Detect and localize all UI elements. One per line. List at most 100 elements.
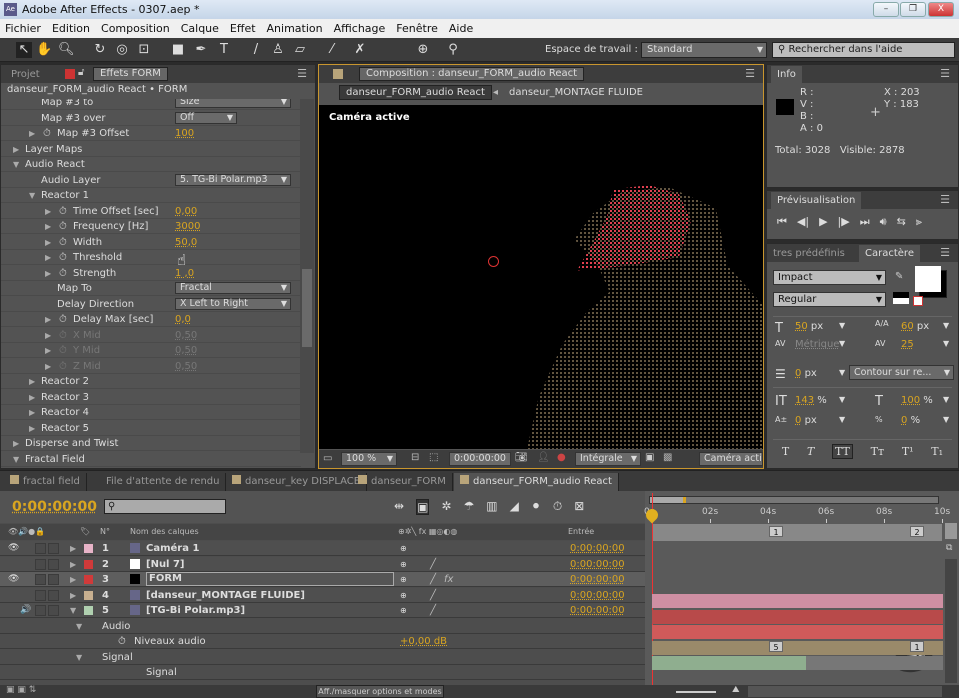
layer-in-point[interactable]: 0:00:00:00 bbox=[570, 572, 625, 587]
panel-menu-icon[interactable]: ☰ bbox=[940, 193, 950, 206]
panel-menu-icon[interactable]: ☰ bbox=[297, 67, 307, 80]
dropdown-icon[interactable]: ▼ bbox=[943, 339, 949, 348]
frame-blending-icon[interactable]: ▥ bbox=[486, 499, 497, 515]
draft-3d-icon[interactable]: ✲ bbox=[441, 499, 451, 515]
quality-switch-icon[interactable]: ╱ bbox=[430, 588, 436, 603]
rotate-tool-icon[interactable]: ↻ bbox=[92, 42, 108, 58]
layer-duration-bar[interactable] bbox=[652, 625, 943, 639]
effects-scrollbar[interactable] bbox=[300, 99, 314, 453]
checkerboard-icon[interactable]: ▩ bbox=[663, 452, 672, 463]
local-axis-icon[interactable]: ⊕ bbox=[415, 42, 431, 58]
font-family-select[interactable]: Impact ▼ bbox=[773, 270, 886, 285]
font-style-select[interactable]: Regular ▼ bbox=[773, 292, 886, 307]
no-color-icon[interactable] bbox=[913, 296, 923, 306]
solo-toggle[interactable] bbox=[35, 543, 46, 554]
last-frame-icon[interactable]: ⏭ bbox=[860, 215, 870, 229]
expand-right-icon[interactable]: ▶ bbox=[45, 219, 51, 234]
timeline-tab[interactable]: danseur_FORM_audio React bbox=[454, 473, 619, 491]
zoom-in-icon[interactable]: ⛰ bbox=[732, 685, 740, 695]
kerning-value[interactable]: Métrique bbox=[795, 339, 839, 350]
menu-0[interactable]: Fichier bbox=[5, 19, 41, 38]
footer-toggle-icons[interactable]: ▣ ▣ ⇅ bbox=[6, 685, 36, 695]
tab-preview[interactable]: Prévisualisation bbox=[771, 192, 862, 209]
workspace-select[interactable]: Standard ▼ bbox=[641, 42, 767, 58]
expand-right-icon[interactable]: ▶ bbox=[45, 235, 51, 250]
expand-right-icon[interactable]: ▶ bbox=[45, 359, 51, 374]
zoom-select[interactable]: 100 % ▼ bbox=[341, 452, 397, 466]
expand-right-icon[interactable]: ▶ bbox=[29, 421, 35, 436]
layer-row[interactable]: ▶ 2 [Nul 7] ⊕ ╱ 0:00:00:00 bbox=[0, 556, 645, 572]
camera-orbit-icon[interactable]: ◎ bbox=[114, 42, 130, 58]
expand-down-icon[interactable]: ▼ bbox=[29, 188, 35, 203]
stopwatch-icon[interactable]: ⏱ bbox=[59, 359, 67, 374]
minimize-button[interactable]: – bbox=[873, 2, 899, 17]
layer-in-point[interactable]: 0:00:00:00 bbox=[570, 588, 625, 603]
expand-right-icon[interactable]: ▶ bbox=[70, 588, 76, 603]
solo-toggle[interactable] bbox=[35, 605, 46, 616]
dropdown-icon[interactable]: ▼ bbox=[839, 395, 845, 404]
marker[interactable]: 1 bbox=[910, 641, 924, 652]
font-size-value[interactable]: 50 bbox=[795, 321, 808, 332]
layer-name[interactable]: FORM bbox=[146, 572, 394, 586]
marker[interactable]: 2 bbox=[910, 526, 924, 537]
channels-icon[interactable]: ● bbox=[557, 452, 566, 463]
layer-duration-bar[interactable] bbox=[652, 640, 943, 655]
layer-duration-bar[interactable] bbox=[652, 594, 943, 608]
hand-tool-icon[interactable]: ✋ bbox=[36, 42, 52, 58]
property-value[interactable]: 0,50 bbox=[175, 328, 197, 343]
marker[interactable]: 5 bbox=[769, 641, 783, 652]
rectangle-tool-icon[interactable]: ■ bbox=[170, 42, 186, 58]
quality-switch-icon[interactable]: ╱ bbox=[430, 557, 436, 572]
stopwatch-icon[interactable]: ⏱ bbox=[59, 343, 67, 358]
expand-right-icon[interactable]: ▶ bbox=[70, 557, 76, 572]
puppet-tool-icon[interactable]: ✗ bbox=[352, 42, 368, 58]
timeline-v-scrollbar[interactable] bbox=[945, 559, 957, 683]
layer-row[interactable]: 👁 ▶ 1 Caméra 1 ⊕ 0:00:00:00 bbox=[0, 541, 645, 556]
layer-search-input[interactable]: ⚲ bbox=[104, 499, 226, 514]
zoom-tool-icon[interactable]: 🔍︎ bbox=[58, 42, 75, 58]
close-button[interactable]: X bbox=[928, 2, 954, 17]
audio-icon[interactable]: 🔊 bbox=[20, 603, 31, 618]
live-update-icon[interactable]: ▣ bbox=[416, 499, 430, 515]
quality-switch-icon[interactable]: ╱ bbox=[430, 572, 436, 587]
time-ruler[interactable]: 0s02s04s06s08s10s bbox=[644, 507, 950, 523]
play-icon[interactable]: ▶ bbox=[819, 215, 827, 229]
shy-switch-icon[interactable]: ⊕ bbox=[400, 572, 407, 587]
expand-down-icon[interactable]: ▼ bbox=[13, 157, 19, 172]
expand-down-icon[interactable]: ▼ bbox=[70, 603, 76, 618]
expand-right-icon[interactable]: ▶ bbox=[13, 142, 19, 157]
property-value[interactable]: 0,50 bbox=[175, 343, 197, 358]
timeline-tab[interactable]: fractal field bbox=[4, 473, 87, 491]
vertical-scale-value[interactable]: 143 bbox=[795, 395, 814, 406]
layer-row[interactable]: ▶ 4 [danseur_MONTAGE FLUIDE] ⊕ ╱ 0:00:00:00 bbox=[0, 587, 645, 603]
menu-1[interactable]: Edition bbox=[52, 19, 90, 38]
baseline-value[interactable]: 0 bbox=[795, 415, 801, 426]
expand-right-icon[interactable]: ▶ bbox=[29, 374, 35, 389]
tracking-value[interactable]: 25 bbox=[901, 339, 914, 350]
fx-switch[interactable]: fx bbox=[444, 572, 453, 587]
layer-name[interactable]: Caméra 1 bbox=[146, 541, 199, 556]
faux-italic-icon[interactable]: T bbox=[807, 445, 814, 458]
region-icon[interactable]: ⊟ bbox=[411, 452, 419, 463]
expand-right-icon[interactable]: ▶ bbox=[45, 312, 51, 327]
property-select[interactable]: Off ▼ bbox=[175, 111, 237, 124]
marker[interactable]: 1 bbox=[769, 526, 783, 537]
work-area-navigator[interactable] bbox=[649, 496, 939, 504]
property-value[interactable]: 3000 bbox=[175, 219, 200, 234]
expand-right-icon[interactable]: ▶ bbox=[70, 572, 76, 587]
tab-project[interactable]: Projet bbox=[5, 66, 46, 83]
layer-in-point[interactable]: 0:00:00:00 bbox=[570, 541, 625, 556]
menu-7[interactable]: Fenêtre bbox=[396, 19, 438, 38]
property-value[interactable]: 50,0 bbox=[175, 235, 197, 250]
first-frame-icon[interactable]: ⏮ bbox=[777, 215, 787, 229]
property-value[interactable]: 0,00 bbox=[175, 204, 197, 219]
property-select[interactable]: 5. TG-Bi Polar.mp3 ▼ bbox=[175, 173, 291, 186]
property-select[interactable]: Fractal ▼ bbox=[175, 282, 291, 294]
comp-marker-icon[interactable] bbox=[945, 523, 957, 539]
dropdown-icon[interactable]: ▼ bbox=[943, 415, 949, 424]
label-color[interactable] bbox=[84, 544, 93, 553]
eraser-tool-icon[interactable]: ▱ bbox=[292, 42, 308, 58]
stopwatch-icon[interactable]: ⏱ bbox=[553, 499, 562, 515]
horizontal-scale-value[interactable]: 100 bbox=[901, 395, 920, 406]
expand-down-icon[interactable]: ▼ bbox=[76, 650, 82, 665]
